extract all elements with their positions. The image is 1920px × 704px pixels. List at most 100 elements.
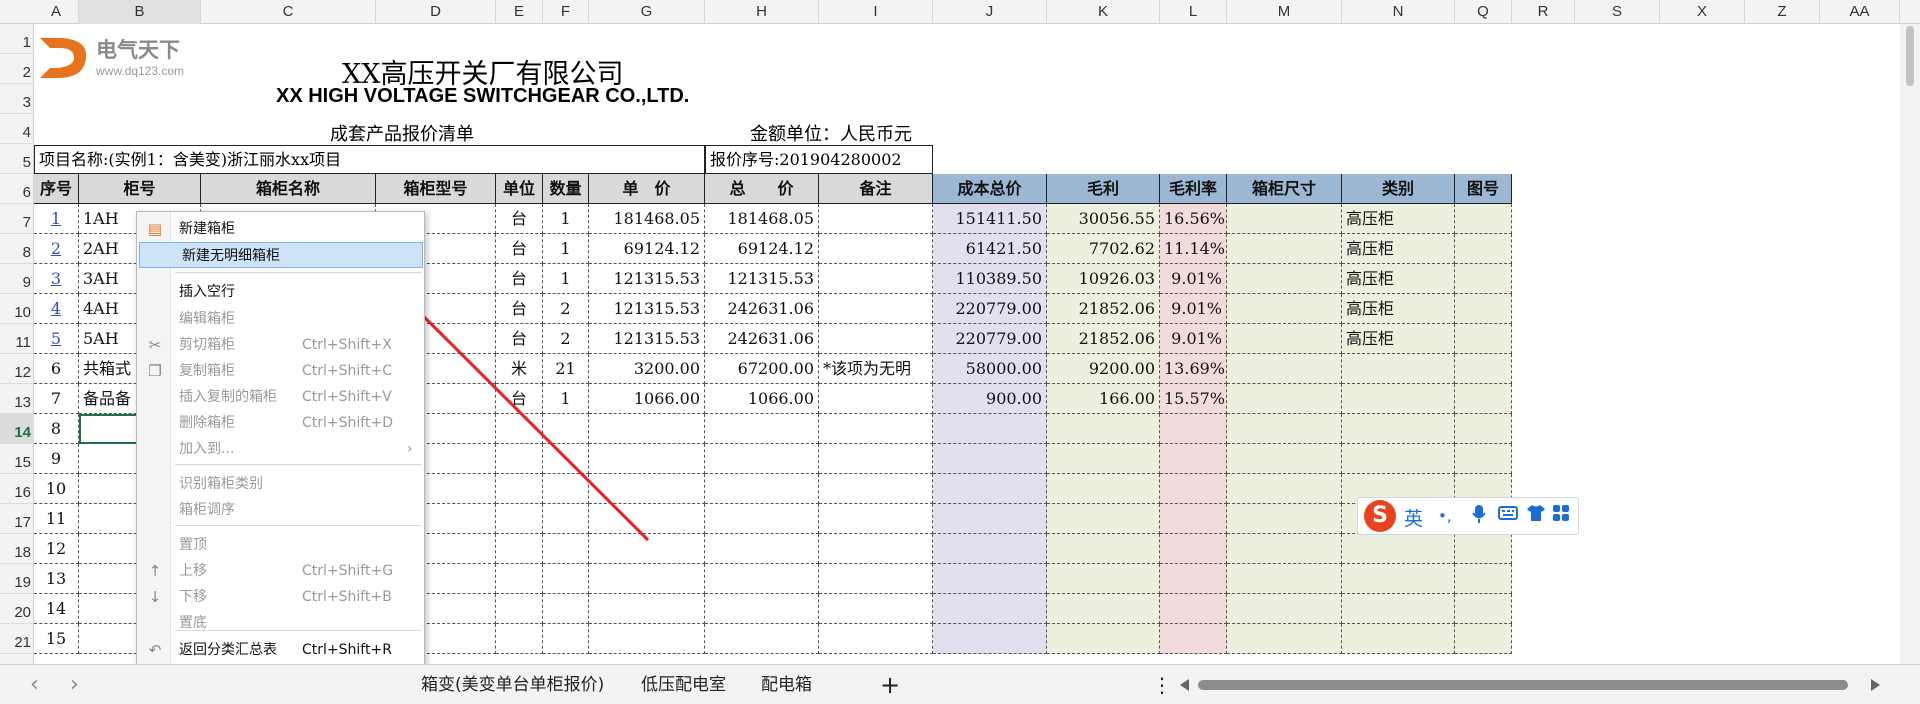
- row-header-9[interactable]: 9: [0, 264, 34, 294]
- horizontal-scroll-thumb[interactable]: [1198, 680, 1848, 690]
- cell-cat[interactable]: 高压柜: [1342, 204, 1455, 234]
- cell-no[interactable]: 6: [34, 354, 79, 384]
- cell-no[interactable]: 11: [34, 504, 79, 534]
- cell-price[interactable]: [589, 624, 705, 654]
- column-header-q[interactable]: Q: [1455, 0, 1512, 24]
- cell-note[interactable]: [819, 414, 933, 444]
- column-header-k[interactable]: K: [1047, 0, 1160, 24]
- cell-fig[interactable]: [1455, 204, 1512, 234]
- cell-no[interactable]: 2: [34, 234, 79, 264]
- column-header-n[interactable]: N: [1342, 0, 1455, 24]
- cell-no[interactable]: 14: [34, 594, 79, 624]
- ime-punct-toggle[interactable]: •,: [1438, 507, 1452, 525]
- keyboard-icon[interactable]: [1498, 504, 1518, 526]
- cell-cat[interactable]: 高压柜: [1342, 294, 1455, 324]
- cell-profit[interactable]: 21852.06: [1047, 294, 1160, 324]
- cell-price[interactable]: 181468.05: [589, 204, 705, 234]
- cell-cost[interactable]: [933, 444, 1047, 474]
- row-header-15[interactable]: 15: [0, 444, 34, 474]
- cell-rate[interactable]: 11.14%: [1160, 234, 1227, 264]
- quote-number-cell[interactable]: 报价序号:201904280002: [705, 145, 933, 174]
- cell-profit[interactable]: [1047, 504, 1160, 534]
- cell-cost[interactable]: [933, 504, 1047, 534]
- project-name-cell[interactable]: 项目名称:(实例1：含美变)浙江丽水xx项目: [34, 145, 705, 174]
- row-header-6[interactable]: 6: [0, 174, 34, 204]
- cell-rate[interactable]: [1160, 444, 1227, 474]
- tab-next-arrow[interactable]: ›: [70, 665, 79, 704]
- scroll-left-arrow[interactable]: [1180, 679, 1189, 691]
- cell-rate[interactable]: [1160, 564, 1227, 594]
- toolbox-grid-icon[interactable]: [1552, 504, 1570, 527]
- cell-profit[interactable]: 30056.55: [1047, 204, 1160, 234]
- cell-note[interactable]: [819, 234, 933, 264]
- cell-total[interactable]: 242631.06: [705, 324, 819, 354]
- cell-total[interactable]: 242631.06: [705, 294, 819, 324]
- cell-cost[interactable]: 151411.50: [933, 204, 1047, 234]
- ime-toolbar[interactable]: S 英 •,: [1357, 497, 1579, 535]
- cell-fig[interactable]: [1455, 294, 1512, 324]
- cell-total[interactable]: [705, 594, 819, 624]
- cell-size[interactable]: [1227, 354, 1342, 384]
- row-header-12[interactable]: 12: [0, 354, 34, 384]
- column-header-x[interactable]: X: [1660, 0, 1745, 24]
- column-header-d[interactable]: D: [376, 0, 496, 24]
- cell-note[interactable]: [819, 294, 933, 324]
- column-header-c[interactable]: C: [201, 0, 376, 24]
- menu-item-11[interactable]: 箱柜调序: [137, 497, 426, 523]
- cell-cat[interactable]: [1342, 564, 1455, 594]
- cell-total[interactable]: 181468.05: [705, 204, 819, 234]
- cell-profit[interactable]: [1047, 474, 1160, 504]
- cell-no[interactable]: 4: [34, 294, 79, 324]
- cell-note[interactable]: [819, 474, 933, 504]
- cell-profit[interactable]: [1047, 534, 1160, 564]
- cell-unit[interactable]: 台: [496, 204, 543, 234]
- cell-total[interactable]: [705, 564, 819, 594]
- cell-size[interactable]: [1227, 204, 1342, 234]
- cell-cost[interactable]: [933, 594, 1047, 624]
- cell-total[interactable]: [705, 624, 819, 654]
- cell-cat[interactable]: 高压柜: [1342, 324, 1455, 354]
- cell-size[interactable]: [1227, 624, 1342, 654]
- row-header-14[interactable]: 14: [0, 414, 34, 444]
- cell-cost[interactable]: 220779.00: [933, 294, 1047, 324]
- row-header-7[interactable]: 7: [0, 204, 34, 234]
- cell-rate[interactable]: [1160, 504, 1227, 534]
- menu-item-12[interactable]: 置顶: [137, 532, 426, 558]
- cell-fig[interactable]: [1455, 534, 1512, 564]
- cell-total[interactable]: 69124.12: [705, 234, 819, 264]
- cell-note[interactable]: [819, 324, 933, 354]
- cell-fig[interactable]: [1455, 354, 1512, 384]
- vertical-scrollbar[interactable]: [1900, 24, 1920, 664]
- cell-fig[interactable]: [1455, 384, 1512, 414]
- cell-cat[interactable]: 高压柜: [1342, 234, 1455, 264]
- menu-item-9[interactable]: 加入到... ›: [137, 436, 426, 462]
- cell-note[interactable]: [819, 264, 933, 294]
- cell-total[interactable]: [705, 474, 819, 504]
- cell-cost[interactable]: 220779.00: [933, 324, 1047, 354]
- cell-qty[interactable]: [543, 594, 589, 624]
- cell-no[interactable]: 10: [34, 474, 79, 504]
- sheet-tab[interactable]: 低压配电室: [641, 665, 726, 704]
- menu-item-3[interactable]: 插入空行: [137, 279, 426, 305]
- cell-unit[interactable]: [496, 594, 543, 624]
- cell-note[interactable]: [819, 564, 933, 594]
- column-header-m[interactable]: M: [1227, 0, 1342, 24]
- row-header-13[interactable]: 13: [0, 384, 34, 414]
- cell-note[interactable]: [819, 444, 933, 474]
- cell-rate[interactable]: [1160, 414, 1227, 444]
- cell-cat[interactable]: 高压柜: [1342, 264, 1455, 294]
- cell-profit[interactable]: [1047, 444, 1160, 474]
- column-header-r[interactable]: R: [1512, 0, 1575, 24]
- cell-size[interactable]: [1227, 564, 1342, 594]
- add-sheet-button[interactable]: +: [880, 665, 900, 704]
- vertical-scroll-thumb[interactable]: [1906, 26, 1914, 86]
- cell-profit[interactable]: 7702.62: [1047, 234, 1160, 264]
- cell-rate[interactable]: 13.69%: [1160, 354, 1227, 384]
- cell-profit[interactable]: 21852.06: [1047, 324, 1160, 354]
- cell-fig[interactable]: [1455, 264, 1512, 294]
- cell-total[interactable]: 1066.00: [705, 384, 819, 414]
- cell-note[interactable]: [819, 504, 933, 534]
- cell-unit[interactable]: [496, 624, 543, 654]
- column-header-aa[interactable]: AA: [1820, 0, 1900, 24]
- row-header-8[interactable]: 8: [0, 234, 34, 264]
